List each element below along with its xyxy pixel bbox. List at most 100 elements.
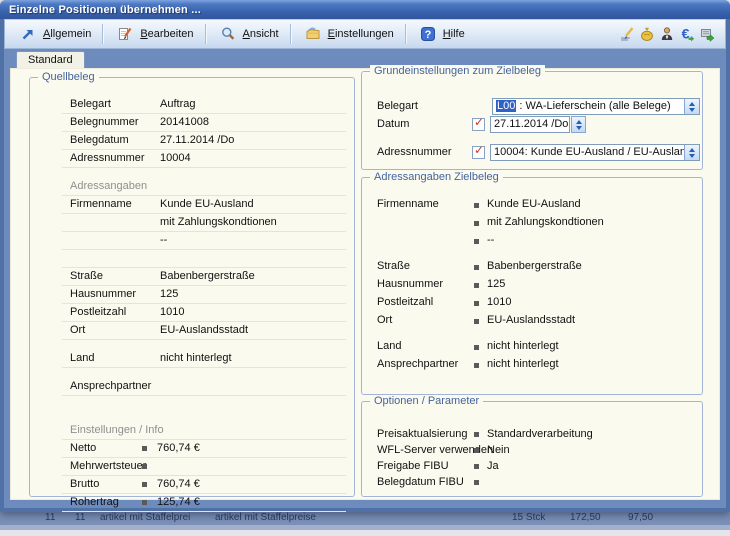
data-row: mit Zahlungskondtionen [377, 214, 694, 232]
row-value: 20141008 [160, 116, 209, 128]
spinner-icon[interactable] [684, 145, 699, 160]
data-row: FirmennameKunde EU-Ausland [62, 196, 346, 214]
bullet-icon [474, 283, 479, 288]
data-row: mit Zahlungskondtionen [62, 214, 346, 232]
row-label: Postleitzahl [70, 306, 126, 318]
menu-item-allgemein[interactable]: Allgemein [13, 22, 96, 46]
row-value: Babenbergerstraße [160, 270, 255, 282]
tab-standard[interactable]: Standard [16, 51, 85, 68]
menu-item-einstellungen[interactable]: Einstellungen [298, 22, 399, 46]
row-value: 125 [160, 288, 178, 300]
row-value: 125 [487, 278, 505, 290]
row-value: mit Zahlungskondtionen [487, 216, 604, 228]
menu-item-hilfe[interactable]: ? Hilfe [413, 22, 470, 46]
row-value: 760,74 € [157, 442, 200, 454]
data-row: Rohertrag125,74 € [62, 494, 346, 512]
bg-cell: 11 [45, 512, 55, 523]
datum-label: Datum [377, 118, 409, 130]
titlebar[interactable]: Einzelne Positionen übernehmen ... [0, 0, 730, 19]
bullet-icon [474, 319, 479, 324]
data-row: Adressnummer 10004 [62, 150, 346, 168]
row-label: Ort [377, 314, 392, 326]
data-row: Firmenname Kunde EU-Ausland [377, 196, 694, 214]
groupbox-optionen: Optionen / Parameter PreisaktualsierungS… [361, 401, 703, 497]
bg-cell: artikel mit Staffelpreise [215, 512, 316, 523]
spacer-row [62, 168, 346, 178]
background-strip-bottom [0, 530, 730, 536]
belegart-combobox[interactable]: L00 : WA-Lieferschein (alle Belege) [492, 98, 700, 115]
menu-item-ansicht[interactable]: Ansicht [213, 22, 284, 46]
euro-icon[interactable]: € [677, 25, 697, 43]
groupbox-title: Optionen / Parameter [370, 395, 483, 407]
bg-cell: 15 Stck [512, 512, 545, 523]
data-row: Postleitzahl 1010 [377, 294, 694, 312]
export-print-icon[interactable] [697, 25, 717, 43]
adressangaben-zielbeleg-rows: Firmenname Kunde EU-Ausland mit Zahlungsko… [377, 196, 694, 374]
window-title: Einzelne Positionen übernehmen ... [9, 4, 201, 16]
spacer-row [62, 396, 346, 422]
adressnummer-combobox[interactable]: 10004: Kunde EU-Ausland / EU-Auslandssta… [490, 144, 700, 161]
row-value: 10004 [160, 152, 191, 164]
person-icon[interactable] [657, 25, 677, 43]
row-label: Firmenname [70, 198, 132, 210]
bullet-icon [474, 301, 479, 306]
row-label: Belegart [70, 98, 111, 110]
groupbox-title: Adressangaben Zielbeleg [370, 171, 503, 183]
data-row: -- [377, 232, 694, 250]
background-table-row: 11 11 artikel mit Staffelprei artikel mi… [0, 511, 730, 525]
data-row: OrtEU-Auslandsstadt [62, 322, 346, 340]
row-label: Netto [70, 442, 96, 454]
data-row: Landnicht hinterlegt [62, 350, 346, 368]
data-row: Landnicht hinterlegt [377, 338, 694, 356]
data-row: Belegnummer20141008 [62, 114, 346, 132]
dialog-window: Einzelne Positionen übernehmen ... Allge… [0, 0, 730, 512]
menu-label: Allgemein [43, 28, 91, 40]
svg-text:?: ? [424, 29, 431, 41]
arrow-up-right-icon [18, 25, 38, 43]
toolbar-separator [405, 24, 407, 44]
belegart-selected-code: L00 [496, 100, 516, 112]
belegart-label: Belegart [377, 100, 418, 112]
groupbox-title: Quellbeleg [38, 71, 99, 83]
bullet-icon [142, 446, 147, 451]
data-row: Belegdatum FIBU [377, 474, 694, 490]
spacer-row [377, 250, 694, 258]
bullet-icon [142, 482, 147, 487]
row-label: Straße [377, 260, 410, 272]
bullet-icon [474, 448, 479, 453]
edit-notepad-icon [115, 25, 135, 43]
datum-input[interactable]: 27.11.2014 /Do [490, 116, 570, 133]
signature-pen-icon[interactable] [617, 25, 637, 43]
spinner-icon[interactable] [684, 99, 699, 114]
row-value: 125,74 € [157, 496, 200, 508]
bullet-icon [474, 480, 479, 485]
datum-checkbox[interactable]: ✓ [472, 118, 485, 131]
row-label: Land [377, 340, 401, 352]
optionen-rows: PreisaktualsierungStandardverarbeitungWF… [377, 426, 694, 490]
row-label: Firmenname [377, 198, 439, 210]
adressnummer-value: 10004: Kunde EU-Ausland / EU-Auslandssta… [491, 145, 684, 160]
row-value: Kunde EU-Ausland [487, 198, 581, 210]
section-label: Einstellungen / Info [70, 424, 164, 436]
row-label: Ort [70, 324, 85, 336]
check-icon: ✓ [474, 115, 484, 129]
bullet-icon [474, 265, 479, 270]
money-bag-icon[interactable] [637, 25, 657, 43]
row-label: Belegdatum [70, 134, 129, 146]
adressnummer-row: Adressnummer ✓ 10004: Kunde EU-Ausland /… [377, 144, 694, 161]
row-value: 27.11.2014 /Do [160, 134, 234, 146]
datum-spinner-icon[interactable] [571, 116, 586, 133]
bullet-icon [142, 500, 147, 505]
adressnummer-checkbox[interactable]: ✓ [472, 146, 485, 159]
menu-label: Einstellungen [328, 28, 394, 40]
row-label: Belegdatum FIBU [377, 476, 464, 488]
row-label: Adressnummer [70, 152, 145, 164]
belegart-row: Belegart L00 : WA-Lieferschein (alle Bel… [377, 98, 694, 115]
data-row: OrtEU-Auslandsstadt [377, 312, 694, 330]
section-label-row: Einstellungen / Info [62, 422, 346, 440]
row-value: 1010 [487, 296, 511, 308]
row-label: Postleitzahl [377, 296, 433, 308]
data-row: BelegartAuftrag [62, 96, 346, 114]
menu-item-bearbeiten[interactable]: Bearbeiten [110, 22, 198, 46]
spacer-row [377, 330, 694, 338]
